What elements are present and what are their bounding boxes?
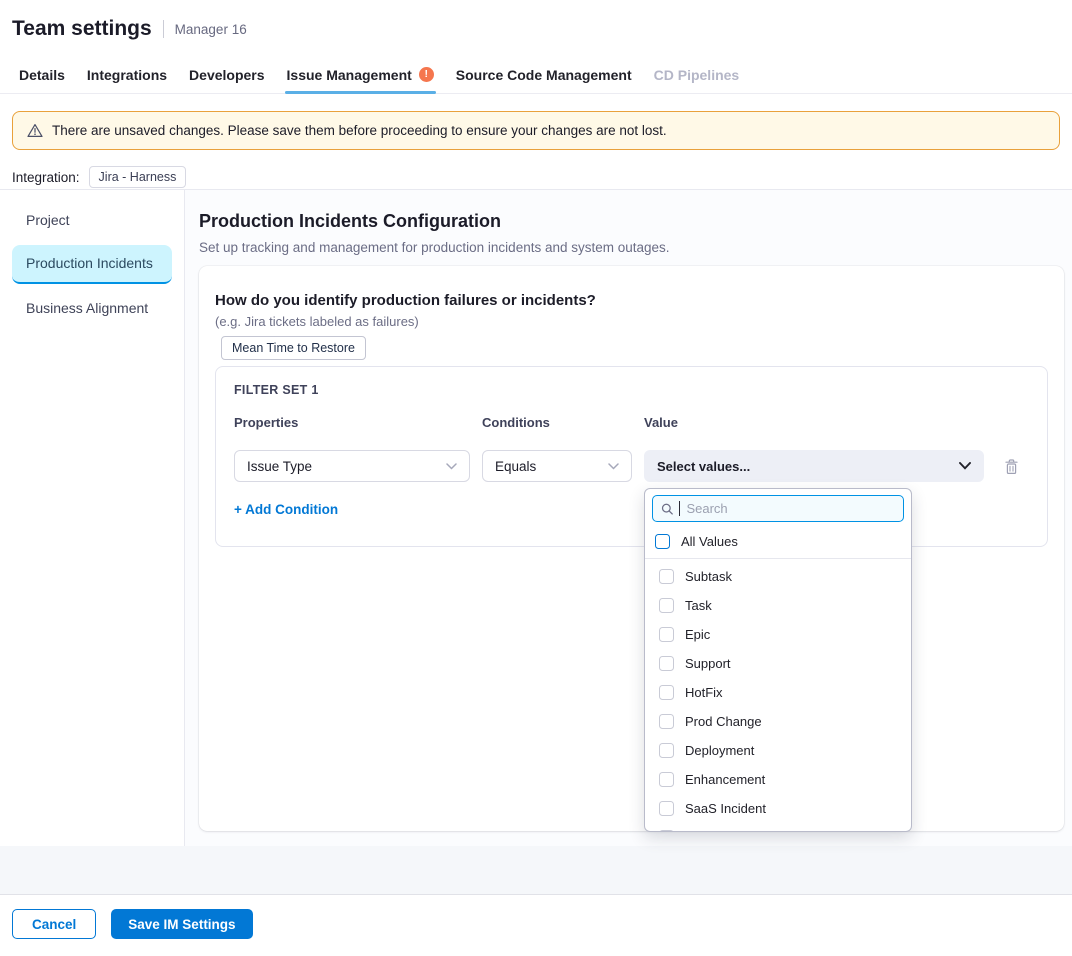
settings-tabbar: Details Integrations Developers Issue Ma… <box>0 56 1072 94</box>
option-checkbox[interactable] <box>659 830 674 832</box>
option-checkbox[interactable] <box>659 598 674 613</box>
question-hint: (e.g. Jira tickets labeled as failures) <box>215 314 1048 330</box>
page-title: Team settings <box>12 16 152 42</box>
trash-icon <box>1004 458 1019 475</box>
all-values-label: All Values <box>681 534 738 549</box>
option-checkbox[interactable] <box>659 772 674 787</box>
sidebar-item-business-alignment[interactable]: Business Alignment <box>12 290 172 327</box>
main-panel: Production Incidents Configuration Set u… <box>185 190 1072 846</box>
value-column-label: Value <box>644 415 678 431</box>
filter-column-labels: Properties Conditions Value <box>234 415 1029 431</box>
filter-set-panel: FILTER SET 1 Properties Conditions Value… <box>215 366 1048 547</box>
delete-condition-button[interactable] <box>1002 456 1021 477</box>
filter-set-title: FILTER SET 1 <box>234 382 1029 398</box>
sidebar-item-production-incidents[interactable]: Production Incidents <box>12 245 172 284</box>
option-prod-change[interactable]: Prod Change <box>645 707 911 736</box>
properties-column-label: Properties <box>234 415 482 431</box>
condition-select-value: Equals <box>495 459 536 474</box>
property-select[interactable]: Issue Type <box>234 450 470 482</box>
text-cursor <box>679 501 680 516</box>
option-customer-notification[interactable]: Customer Notification <box>645 823 911 832</box>
incidents-config-card: How do you identify production failures … <box>199 266 1064 831</box>
option-deployment[interactable]: Deployment <box>645 736 911 765</box>
footer-band <box>0 846 1072 895</box>
all-values-option[interactable]: All Values <box>645 528 911 559</box>
page-header: Team settings Manager 16 <box>0 0 1072 56</box>
dropdown-search-input[interactable] <box>686 501 895 516</box>
option-support[interactable]: Support <box>645 649 911 678</box>
cancel-button[interactable]: Cancel <box>12 909 96 939</box>
section-title: Production Incidents Configuration <box>199 210 1064 232</box>
option-checkbox[interactable] <box>659 801 674 816</box>
search-icon <box>661 502 673 516</box>
save-im-settings-button[interactable]: Save IM Settings <box>111 909 252 939</box>
action-footer: Cancel Save IM Settings <box>0 895 1072 956</box>
tab-details[interactable]: Details <box>19 56 65 93</box>
option-checkbox[interactable] <box>659 714 674 729</box>
option-checkbox[interactable] <box>659 743 674 758</box>
section-subtitle: Set up tracking and management for produ… <box>199 239 1064 256</box>
value-multiselect[interactable]: Select values... <box>644 450 984 482</box>
unsaved-changes-banner: There are unsaved changes. Please save t… <box>12 111 1060 150</box>
option-saas-incident[interactable]: SaaS Incident <box>645 794 911 823</box>
value-select-wrap: Select values... <box>644 450 984 482</box>
add-condition-button[interactable]: + Add Condition <box>234 502 338 518</box>
sidebar-item-project[interactable]: Project <box>12 202 172 239</box>
option-checkbox[interactable] <box>659 569 674 584</box>
option-checkbox[interactable] <box>659 685 674 700</box>
tab-issue-management[interactable]: Issue Management ! <box>287 56 434 93</box>
option-epic[interactable]: Epic <box>645 620 911 649</box>
tab-cd-pipelines: CD Pipelines <box>654 56 740 93</box>
tab-developers[interactable]: Developers <box>189 56 264 93</box>
integration-chip[interactable]: Jira - Harness <box>89 166 187 188</box>
chevron-down-icon <box>446 463 457 470</box>
chevron-down-icon <box>959 462 971 470</box>
conditions-column-label: Conditions <box>482 415 644 431</box>
integration-label: Integration: <box>12 170 80 185</box>
metric-tag[interactable]: Mean Time to Restore <box>221 336 366 360</box>
banner-text: There are unsaved changes. Please save t… <box>52 121 667 140</box>
chevron-down-icon <box>608 463 619 470</box>
option-checkbox[interactable] <box>659 627 674 642</box>
condition-select[interactable]: Equals <box>482 450 632 482</box>
value-dropdown: All Values Subtask Task <box>644 488 912 832</box>
team-name-label: Manager 16 <box>175 22 247 37</box>
content-area: Project Production Incidents Business Al… <box>0 190 1072 846</box>
config-sidebar: Project Production Incidents Business Al… <box>0 190 185 846</box>
question-heading: How do you identify production failures … <box>215 291 1048 310</box>
option-hotfix[interactable]: HotFix <box>645 678 911 707</box>
team-settings-page: Team settings Manager 16 Details Integra… <box>0 0 1072 956</box>
option-checkbox[interactable] <box>659 656 674 671</box>
property-select-value: Issue Type <box>247 459 312 474</box>
dropdown-option-list: Subtask Task Epic <box>645 562 911 832</box>
tab-integrations[interactable]: Integrations <box>87 56 167 93</box>
option-subtask[interactable]: Subtask <box>645 562 911 591</box>
warning-triangle-icon <box>27 123 43 138</box>
dropdown-search-box <box>652 495 904 522</box>
unsaved-changes-badge-icon: ! <box>419 67 434 82</box>
tab-source-code-management[interactable]: Source Code Management <box>456 56 632 93</box>
filter-condition-row: Issue Type Equals <box>234 450 1029 482</box>
option-enhancement[interactable]: Enhancement <box>645 765 911 794</box>
integration-row: Integration: Jira - Harness <box>12 166 1060 188</box>
value-select-placeholder: Select values... <box>657 459 750 474</box>
title-divider <box>163 20 164 38</box>
option-task[interactable]: Task <box>645 591 911 620</box>
all-values-checkbox[interactable] <box>655 534 670 549</box>
